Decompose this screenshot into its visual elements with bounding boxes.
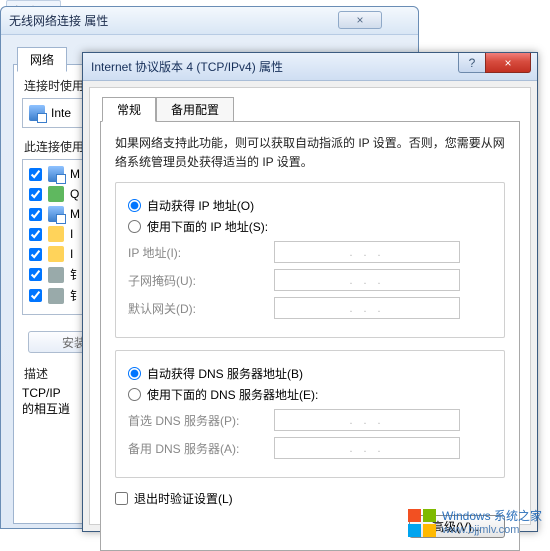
checkbox-label: 退出时验证设置(L) bbox=[134, 490, 233, 507]
description-text: 如果网络支持此功能，则可以获取自动指派的 IP 设置。否则，您需要从网络系统管理… bbox=[115, 134, 505, 172]
window-title: 无线网络连接 属性 bbox=[9, 12, 108, 29]
tab-strip: 常规 备用配置 bbox=[102, 96, 520, 121]
ip-address-field: IP 地址(I): . . . bbox=[128, 241, 492, 263]
ip-address-input[interactable]: . . . bbox=[274, 241, 460, 263]
default-gateway-input[interactable]: . . . bbox=[274, 297, 460, 319]
field-label: 子网掩码(U): bbox=[128, 272, 274, 289]
radio-input[interactable] bbox=[128, 388, 141, 401]
item-checkbox[interactable] bbox=[29, 188, 42, 201]
item-checkbox[interactable] bbox=[29, 289, 42, 302]
alternate-dns-field: 备用 DNS 服务器(A): . . . bbox=[128, 437, 492, 459]
watermark: Windows 系统之家 www.bjjmlv.com bbox=[408, 509, 542, 537]
close-button[interactable]: × bbox=[338, 11, 382, 29]
titlebar[interactable]: Internet 协议版本 4 (TCP/IPv4) 属性 ? × bbox=[83, 53, 537, 81]
field-label: IP 地址(I): bbox=[128, 244, 274, 261]
windows-logo-icon bbox=[408, 509, 436, 537]
share-icon bbox=[48, 206, 64, 222]
radio-input[interactable] bbox=[128, 199, 141, 212]
preferred-dns-input[interactable]: . . . bbox=[274, 409, 460, 431]
field-label: 备用 DNS 服务器(A): bbox=[128, 440, 274, 457]
item-checkbox[interactable] bbox=[29, 208, 42, 221]
item-checkbox[interactable] bbox=[29, 168, 42, 181]
item-label: M bbox=[70, 207, 80, 221]
preferred-dns-field: 首选 DNS 服务器(P): . . . bbox=[128, 409, 492, 431]
validate-on-exit[interactable]: 退出时验证设置(L) bbox=[115, 490, 505, 507]
item-label: I bbox=[70, 247, 73, 261]
radio-dns-auto[interactable]: 自动获得 DNS 服务器地址(B) bbox=[128, 365, 492, 382]
radio-input[interactable] bbox=[128, 367, 141, 380]
radio-dns-manual[interactable]: 使用下面的 DNS 服务器地址(E): bbox=[128, 386, 492, 403]
dialog-title: Internet 协议版本 4 (TCP/IPv4) 属性 bbox=[91, 58, 283, 75]
item-label: M bbox=[70, 167, 80, 181]
driver-icon bbox=[48, 267, 64, 283]
ip-group: 自动获得 IP 地址(O) 使用下面的 IP 地址(S): IP 地址(I): … bbox=[115, 182, 505, 338]
ipv4-properties-dialog: Internet 协议版本 4 (TCP/IPv4) 属性 ? × 常规 备用配… bbox=[82, 52, 538, 532]
watermark-brand: Windows 系统之家 bbox=[442, 510, 542, 523]
adapter-icon bbox=[29, 105, 45, 121]
watermark-text: Windows 系统之家 www.bjjmlv.com bbox=[442, 510, 542, 535]
adapter-name: Inte bbox=[51, 106, 71, 120]
validate-checkbox[interactable] bbox=[115, 492, 128, 505]
protocol-icon bbox=[48, 226, 64, 242]
help-button[interactable]: ? bbox=[458, 53, 486, 73]
item-checkbox[interactable] bbox=[29, 228, 42, 241]
qos-icon bbox=[48, 186, 64, 202]
tab-alternate[interactable]: 备用配置 bbox=[156, 97, 234, 122]
radio-ip-auto[interactable]: 自动获得 IP 地址(O) bbox=[128, 197, 492, 214]
item-checkbox[interactable] bbox=[29, 268, 42, 281]
dns-group: 自动获得 DNS 服务器地址(B) 使用下面的 DNS 服务器地址(E): 首选… bbox=[115, 350, 505, 478]
field-label: 首选 DNS 服务器(P): bbox=[128, 412, 274, 429]
item-checkbox[interactable] bbox=[29, 248, 42, 261]
default-gateway-field: 默认网关(D): . . . bbox=[128, 297, 492, 319]
radio-label: 使用下面的 IP 地址(S): bbox=[147, 218, 268, 235]
subnet-mask-input[interactable]: . . . bbox=[274, 269, 460, 291]
close-button[interactable]: × bbox=[485, 53, 531, 73]
protocol-icon bbox=[48, 246, 64, 262]
radio-ip-manual[interactable]: 使用下面的 IP 地址(S): bbox=[128, 218, 492, 235]
tab-general[interactable]: 常规 bbox=[102, 97, 156, 122]
radio-label: 自动获得 DNS 服务器地址(B) bbox=[147, 365, 303, 382]
radio-label: 使用下面的 DNS 服务器地址(E): bbox=[147, 386, 318, 403]
radio-input[interactable] bbox=[128, 220, 141, 233]
item-label: I bbox=[70, 227, 73, 241]
driver-icon bbox=[48, 288, 64, 304]
item-label: Q bbox=[70, 187, 79, 201]
item-label: 钅 bbox=[70, 266, 82, 283]
client-icon bbox=[48, 166, 64, 182]
tab-network[interactable]: 网络 bbox=[17, 47, 67, 72]
watermark-url: www.bjjmlv.com bbox=[442, 524, 542, 536]
subnet-mask-field: 子网掩码(U): . . . bbox=[128, 269, 492, 291]
alternate-dns-input[interactable]: . . . bbox=[274, 437, 460, 459]
general-panel: 如果网络支持此功能，则可以获取自动指派的 IP 设置。否则，您需要从网络系统管理… bbox=[100, 121, 520, 551]
item-label: 钅 bbox=[70, 287, 82, 304]
field-label: 默认网关(D): bbox=[128, 300, 274, 317]
radio-label: 自动获得 IP 地址(O) bbox=[147, 197, 254, 214]
